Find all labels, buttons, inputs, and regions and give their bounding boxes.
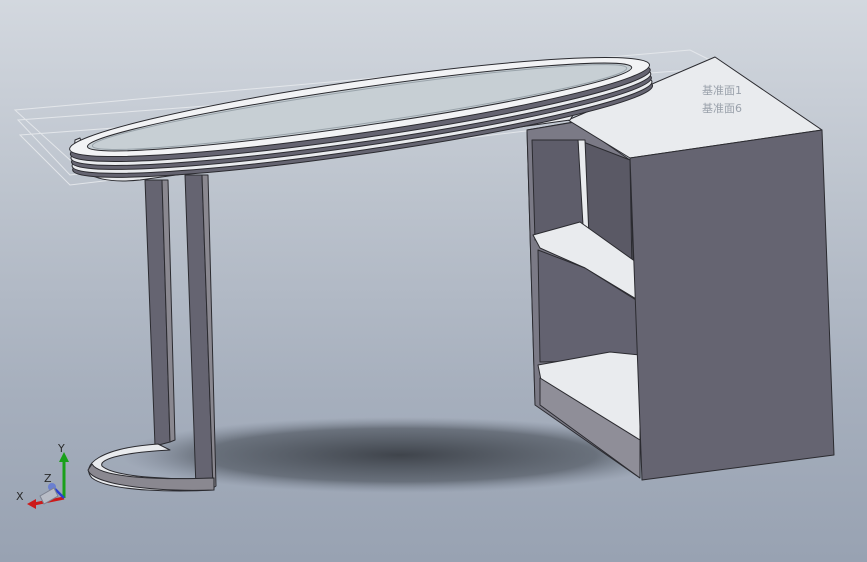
reference-plane-6-label[interactable]: 基准面6 <box>702 100 742 116</box>
orientation-triad[interactable]: Y Z X <box>12 438 82 514</box>
graphics-viewport[interactable]: 基准面1 基准面6 Y Z X <box>0 0 867 562</box>
axis-y-label: Y <box>58 442 65 455</box>
cabinet-front-face <box>629 129 835 481</box>
axis-z-label: Z <box>44 472 52 485</box>
reference-plane-1-label[interactable]: 基准面1 <box>702 82 742 98</box>
cabinet[interactable] <box>526 56 835 481</box>
axis-x-label: X <box>16 490 24 503</box>
